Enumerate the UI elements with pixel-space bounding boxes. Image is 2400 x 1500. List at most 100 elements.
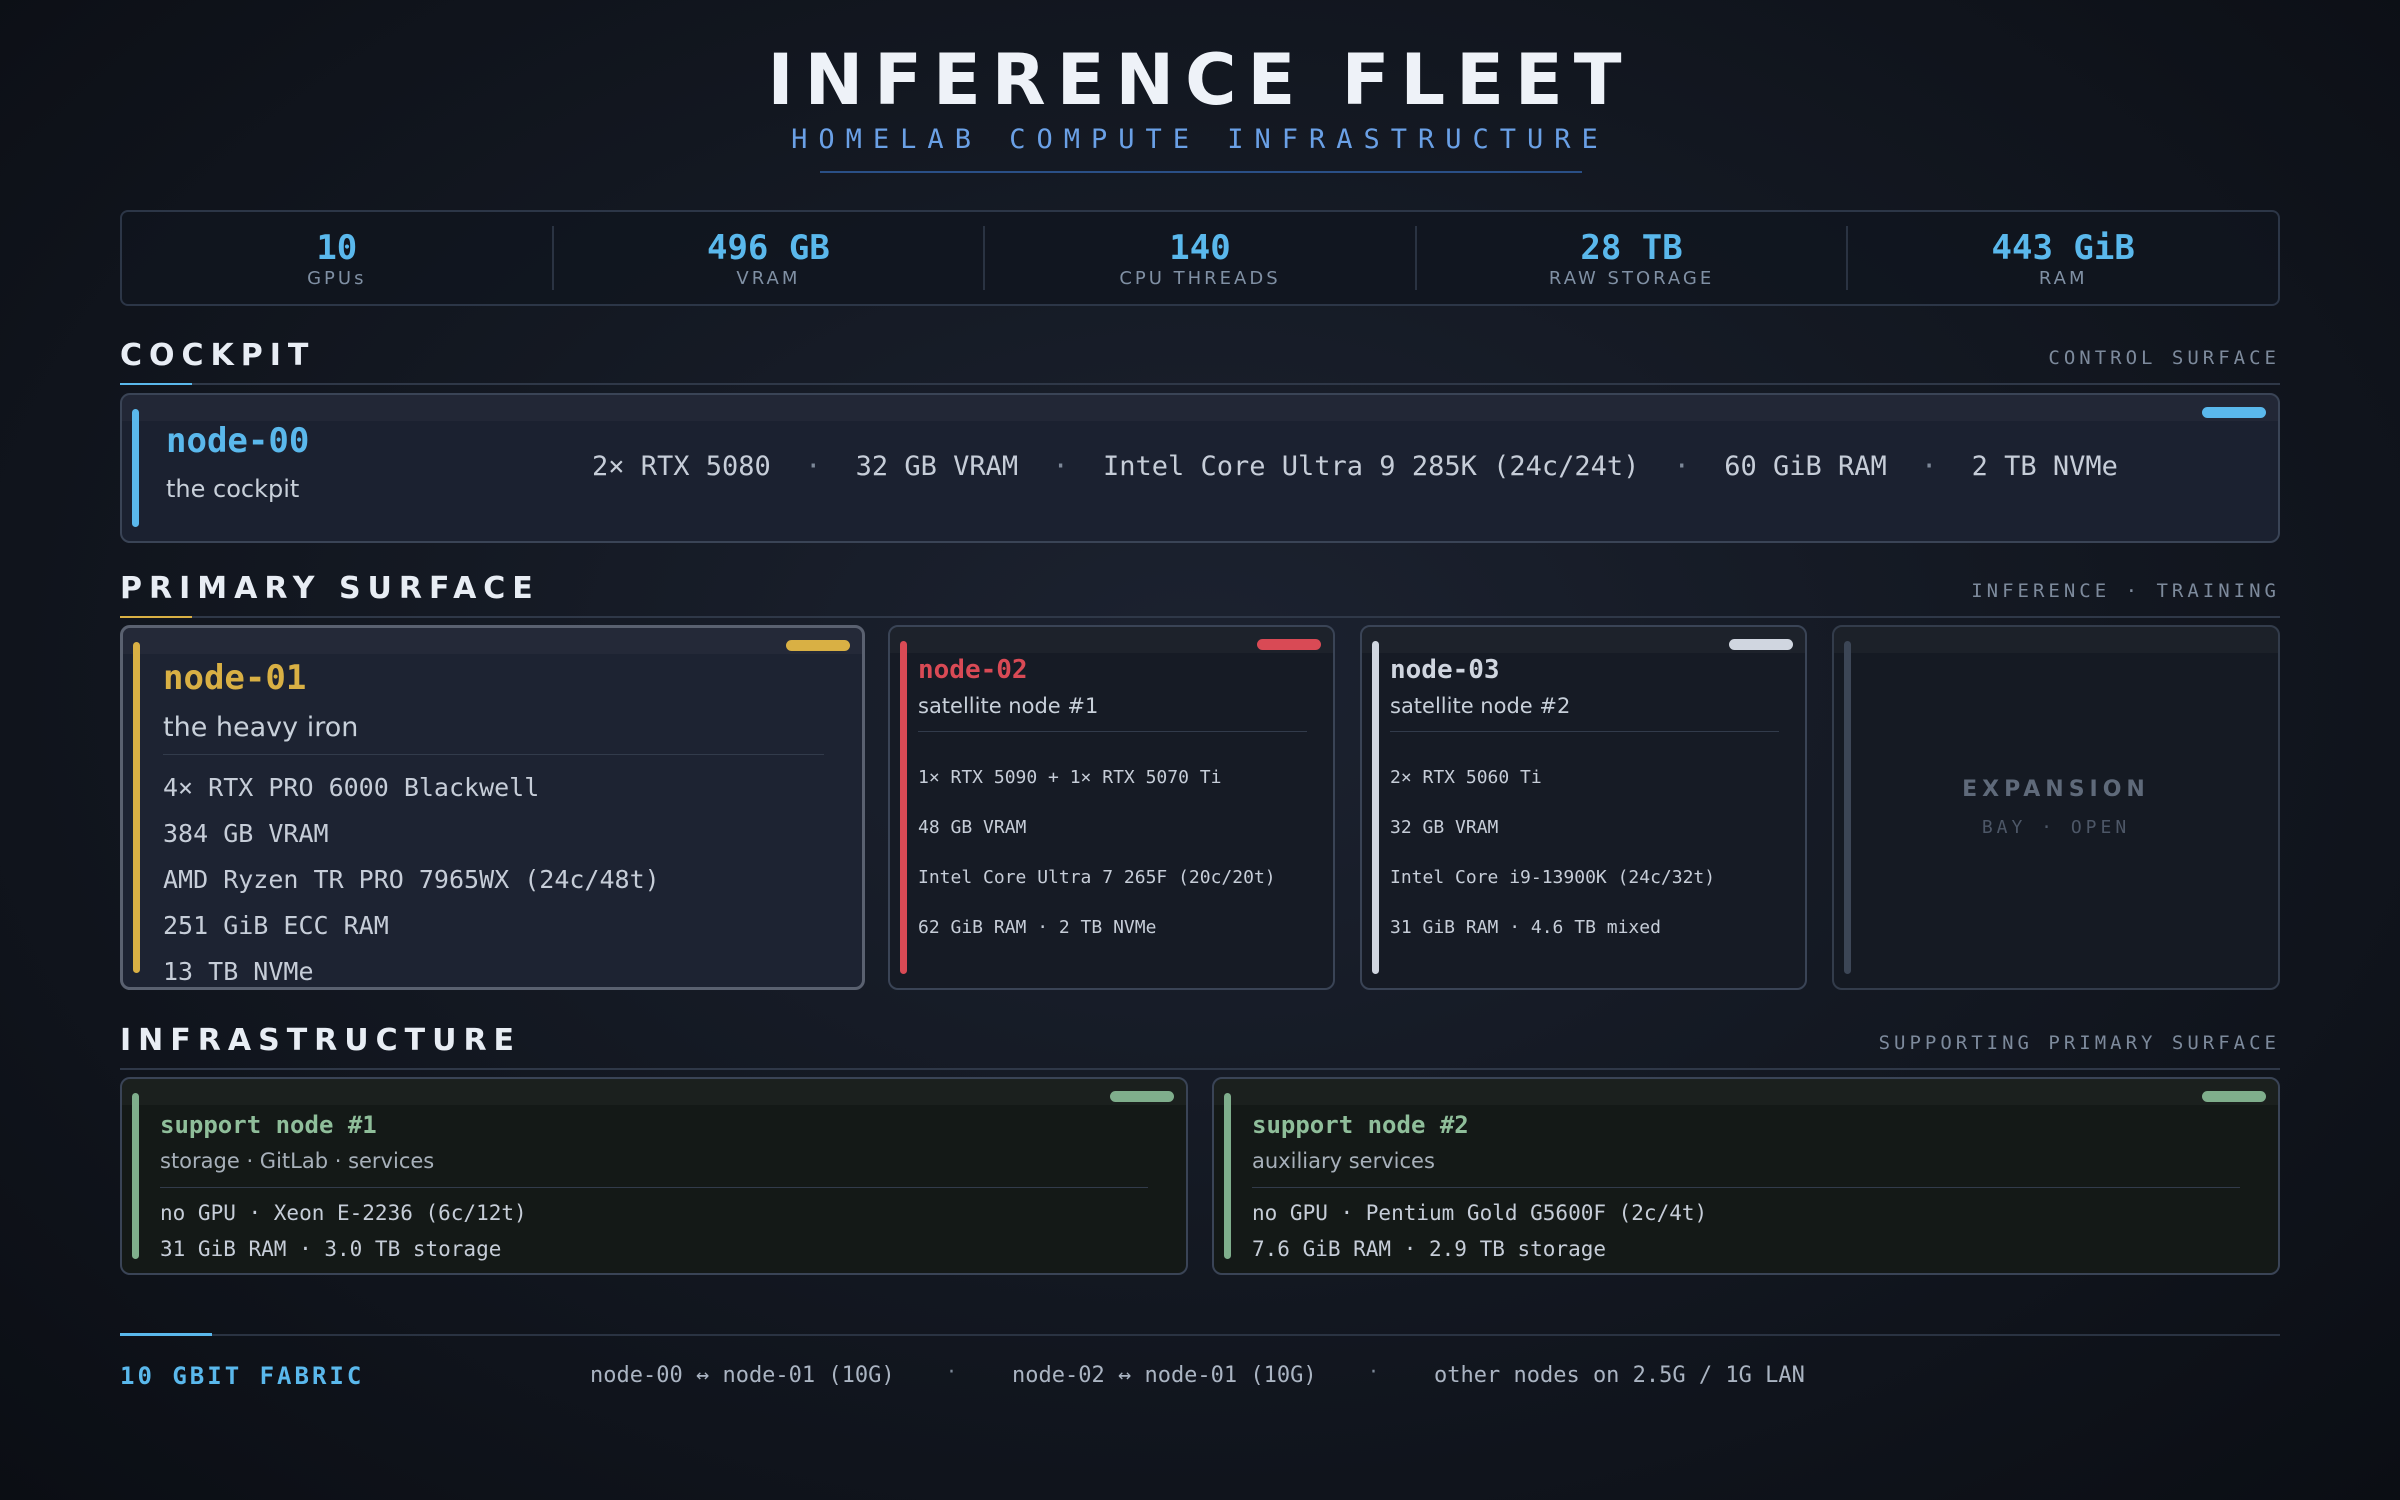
spec-separator: · [805,451,822,482]
node-role: satellite node #1 [918,694,1099,718]
footer-divider [120,1334,2280,1336]
fabric-link: other nodes on 2.5G / 1G LAN [1434,1363,1805,1388]
spec-ram: 60 GiB RAM [1724,451,1887,482]
status-pill [1729,639,1793,650]
node-card-node-02[interactable]: node-02 satellite node #1 1× RTX 5090 + … [888,625,1335,990]
node-role: the heavy iron [163,712,359,743]
node-name: node-02 [918,655,1028,685]
fabric-separator: · [1370,1360,1377,1385]
spec-separator: · [1921,451,1938,482]
card-divider [918,731,1307,732]
stat-label: RAW STORAGE [1548,268,1715,289]
section-tag: INFERENCE · TRAINING [1971,580,2280,602]
section-accent [120,616,192,618]
spec-ram: 251 GiB ECC RAM [163,911,389,940]
section-accent [120,383,192,385]
spec-cpu: AMD Ryzen TR PRO 7965WX (24c/48t) [163,865,660,894]
spec-gpu-cpu: no GPU · Xeon E-2236 (6c/12t) [160,1201,527,1225]
status-pill [2202,407,2266,418]
node-role: storage · GitLab · services [160,1149,435,1173]
node-name: node-01 [163,658,307,698]
fabric-link: node-02 ↔ node-01 (10G) [1012,1363,1317,1388]
card-accent-bar [1224,1093,1231,1259]
footer-accent [120,1333,212,1336]
spec-ram-storage: 31 GiB RAM · 4.6 TB mixed [1390,917,1661,938]
spec-storage: 2 TB NVMe [1971,451,2118,482]
page-header: INFERENCE FLEET HOMELAB COMPUTE INFRASTR… [0,38,2400,158]
card-band [1834,627,2278,653]
spec-gpu: 2× RTX 5080 [592,451,771,482]
card-accent-bar [133,642,140,973]
stat-raw-storage: 28 TB RAW STORAGE [1417,226,1849,290]
stat-label: RAM [2038,268,2088,289]
spec-vram: 384 GB VRAM [163,819,329,848]
stat-label: VRAM [736,268,801,289]
node-name: node-03 [1390,655,1500,685]
page-subtitle: HOMELAB COMPUTE INFRASTRUCTURE [791,124,1609,155]
section-title: PRIMARY SURFACE [120,571,540,606]
card-accent-bar [1372,641,1379,974]
fabric-title: 10 GBIT FABRIC [120,1362,365,1390]
fabric-separator: · [948,1360,955,1385]
title-underline [820,171,1582,173]
stat-vram: 496 GB VRAM [554,226,986,290]
spec-ram-storage: 62 GiB RAM · 2 TB NVMe [918,917,1157,938]
spec-separator: · [1673,451,1690,482]
stat-value: 28 TB [1580,228,1683,268]
status-pill [786,640,850,651]
spec-storage: 13 TB NVMe [163,957,314,986]
status-pill [1110,1091,1174,1102]
spec-vram: 32 GB VRAM [855,451,1019,482]
card-accent-bar [1844,641,1851,974]
node-name: support node #2 [1252,1111,1469,1139]
node-name: support node #1 [160,1111,377,1139]
spec-cpu: Intel Core Ultra 7 265F (20c/20t) [918,867,1276,888]
expansion-status: BAY · OPEN [1981,817,2131,838]
card-accent-bar [132,1093,139,1259]
stat-gpus: 10 GPUs [122,226,554,290]
spec-gpu: 1× RTX 5090 + 1× RTX 5070 Ti [918,767,1222,788]
stats-bar: 10 GPUs 496 GB VRAM 140 CPU THREADS 28 T… [120,210,2280,306]
expansion-title: EXPANSION [1962,777,2150,802]
node-role: the cockpit [166,475,300,503]
spec-gpu-cpu: no GPU · Pentium Gold G5600F (2c/4t) [1252,1201,1708,1225]
node-card-node-01[interactable]: node-01 the heavy iron 4× RTX PRO 6000 B… [120,625,865,990]
card-band [1214,1079,2278,1105]
section-title: COCKPIT [120,338,316,373]
node-specs-line: 2× RTX 5080 · 32 GB VRAM · Intel Core Ul… [592,451,2118,482]
card-band [123,628,862,654]
spec-cpu: Intel Core Ultra 9 285K (24c/24t) [1102,451,1640,482]
section-tag: SUPPORTING PRIMARY SURFACE [1878,1032,2280,1054]
card-accent-bar [132,409,139,527]
node-role: satellite node #2 [1390,694,1571,718]
section-tag: CONTROL SURFACE [2048,347,2280,369]
stat-value: 10 [316,228,358,268]
card-divider [1390,731,1779,732]
node-role: auxiliary services [1252,1149,1435,1173]
card-divider [160,1187,1148,1188]
stat-value: 443 GiB [1991,228,2135,268]
node-card-support-1[interactable]: support node #1 storage · GitLab · servi… [120,1077,1188,1275]
node-card-node-03[interactable]: node-03 satellite node #2 2× RTX 5060 Ti… [1360,625,1807,990]
status-pill [1257,639,1321,650]
section-cockpit-header: COCKPIT CONTROL SURFACE [120,333,2280,385]
section-title: INFRASTRUCTURE [120,1023,522,1058]
expansion-bay-card: EXPANSION BAY · OPEN [1832,625,2280,990]
card-divider [163,754,824,755]
card-band [122,395,2278,421]
node-name: node-00 [166,421,310,461]
section-primary-header: PRIMARY SURFACE INFERENCE · TRAINING [120,566,2280,618]
spec-gpu: 2× RTX 5060 Ti [1390,767,1542,788]
stat-value: 140 [1169,228,1231,268]
spec-vram: 48 GB VRAM [918,817,1027,838]
stat-value: 496 GB [706,228,830,268]
spec-gpu: 4× RTX PRO 6000 Blackwell [163,773,540,802]
spec-cpu: Intel Core i9-13900K (24c/32t) [1390,867,1716,888]
stat-ram: 443 GiB RAM [1848,226,2278,290]
node-card-node-00[interactable]: node-00 the cockpit 2× RTX 5080 · 32 GB … [120,393,2280,543]
card-divider [1252,1187,2240,1188]
card-accent-bar [900,641,907,974]
spec-vram: 32 GB VRAM [1390,817,1499,838]
stat-label: CPU THREADS [1119,268,1281,289]
node-card-support-2[interactable]: support node #2 auxiliary services no GP… [1212,1077,2280,1275]
